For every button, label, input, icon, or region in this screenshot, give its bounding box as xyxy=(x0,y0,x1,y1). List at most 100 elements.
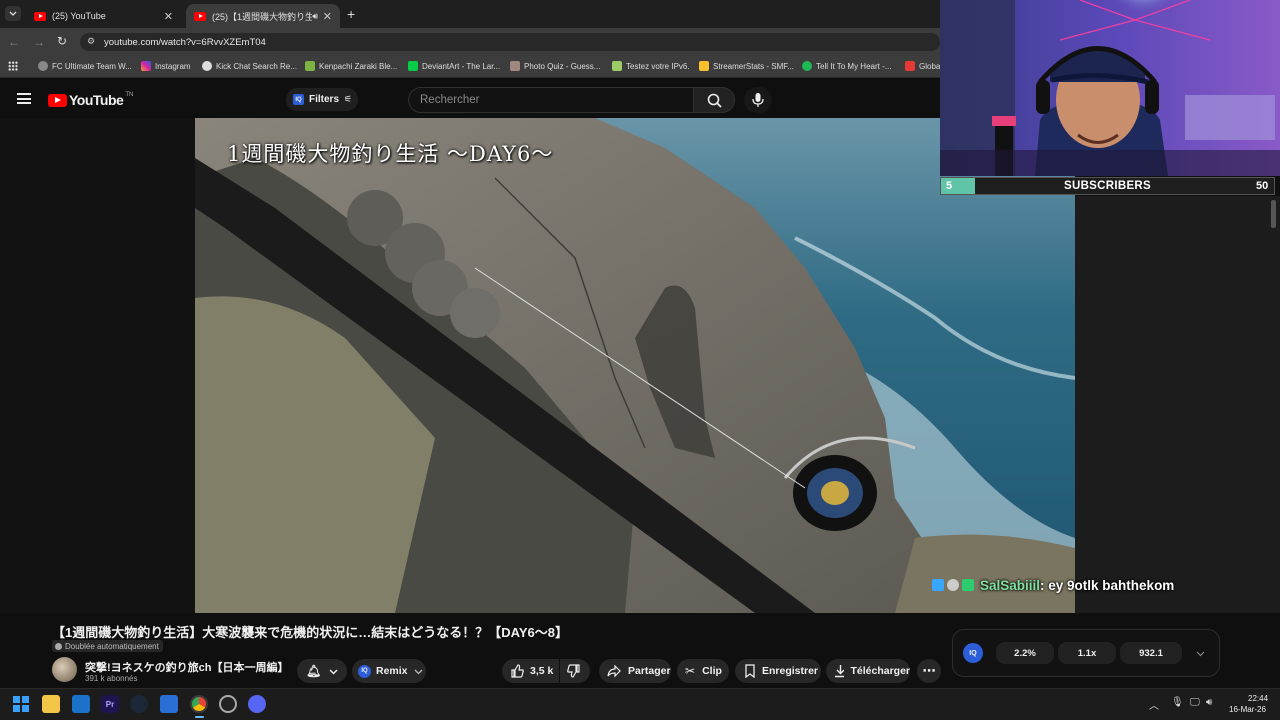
url-text: youtube.com/watch?v=6RvvXZEmT04 xyxy=(104,36,266,48)
clip-label: Clip xyxy=(702,665,722,677)
bookmark-item[interactable]: FC Ultimate Team W... xyxy=(38,61,132,71)
link-icon xyxy=(38,61,48,71)
volume-icon[interactable]: 🔊︎ xyxy=(1206,697,1212,708)
close-icon[interactable]: ✕ xyxy=(164,10,173,23)
subscriber-count: 391 k abonnés xyxy=(85,674,138,683)
chat-message-overlay: SalSabiiil : ey 9otlk bahthekom xyxy=(932,575,1174,595)
clip-button[interactable]: ✂ Clip xyxy=(677,659,729,683)
chevron-down-icon[interactable] xyxy=(1196,649,1205,658)
bookmark-item[interactable]: Photo Quiz - Guess... xyxy=(510,61,600,71)
youtube-logo[interactable]: YouTube TN xyxy=(48,92,133,108)
channel-avatar[interactable] xyxy=(52,657,77,682)
badge-icon xyxy=(932,579,944,591)
tab-title: (25)【1週間磯大物釣り生活】 xyxy=(212,11,312,22)
app-icon[interactable] xyxy=(160,695,178,713)
display-tray-icon[interactable]: 🖵︎ xyxy=(1190,697,1200,708)
tab-current-video[interactable]: (25)【1週間磯大物釣り生活】 🔊︎ ✕ xyxy=(186,4,340,28)
like-count: 3,5 k xyxy=(530,665,554,677)
bell-icon: 🔔︎ xyxy=(306,664,322,678)
windows-tile xyxy=(13,696,21,704)
windows-start-icon[interactable] xyxy=(13,696,29,712)
subscriber-goal: 50 xyxy=(1256,180,1269,192)
subscriber-label: SUBSCRIBERS xyxy=(1064,180,1152,192)
new-tab-button[interactable]: + xyxy=(347,6,355,22)
speaker-icon[interactable]: 🔊︎ xyxy=(312,11,318,22)
chart-icon xyxy=(699,61,709,71)
check-icon xyxy=(612,61,622,71)
back-button[interactable]: ← xyxy=(8,35,20,49)
sliders-icon: ⚟ xyxy=(344,94,353,104)
close-icon[interactable]: ✕ xyxy=(323,10,332,23)
instagram-icon xyxy=(141,61,151,71)
browser-tab-bar: (25) YouTube ✕ (25)【1週間磯大物釣り生活】 🔊︎ ✕ + xyxy=(0,0,940,28)
auto-dubbed-badge: Doublée automatiquement xyxy=(52,640,163,652)
voice-search-button[interactable] xyxy=(744,87,772,113)
bookmark-item[interactable]: DeviantArt - The Lar... xyxy=(408,61,500,71)
microphone-icon xyxy=(752,93,764,107)
thumbs-down-icon xyxy=(567,664,580,678)
reload-button[interactable]: ↻ xyxy=(57,34,67,48)
download-button[interactable]: Télécharger xyxy=(826,659,910,683)
obs-icon[interactable] xyxy=(219,695,237,713)
like-button[interactable]: 3,5 k xyxy=(502,659,559,683)
filters-button[interactable]: IQ Filters ⚟ xyxy=(286,88,358,111)
chevron-up-icon[interactable]: ︿ xyxy=(1149,697,1159,712)
premiere-icon[interactable]: Pr xyxy=(101,695,119,713)
share-button[interactable]: Partager xyxy=(599,659,671,683)
scrollbar-thumb[interactable] xyxy=(1271,200,1276,228)
search-input[interactable]: Rechercher xyxy=(408,87,694,113)
bookmark-item[interactable]: Testez votre IPv6. xyxy=(612,61,690,71)
address-bar[interactable]: ⚙ youtube.com/watch?v=6RvvXZEmT04 xyxy=(80,33,940,51)
search-button[interactable] xyxy=(693,87,735,113)
microphone-tray-icon[interactable]: 🎙︎ xyxy=(1171,697,1184,708)
clock-date[interactable]: 16-Mar-26 xyxy=(1229,705,1266,714)
chrome-icon[interactable] xyxy=(190,695,208,713)
video-caption-overlay: 1週間磯大物釣り生活 ～DAY6～ xyxy=(227,142,554,166)
save-button[interactable]: Enregistrer xyxy=(735,659,821,683)
file-explorer-icon[interactable] xyxy=(42,695,60,713)
iq-value-1: 2.2% xyxy=(996,642,1054,664)
page-background xyxy=(0,118,195,613)
bookmark-item[interactable]: Globa xyxy=(905,61,940,71)
site-info-icon[interactable]: ⚙ xyxy=(87,36,95,47)
dislike-button[interactable] xyxy=(560,659,590,683)
discord-icon[interactable] xyxy=(248,695,266,713)
leaf-icon xyxy=(305,61,315,71)
badge-icon xyxy=(962,579,974,591)
bookmark-item[interactable]: Kick Chat Search Re... xyxy=(202,61,297,71)
menu-line xyxy=(17,97,31,100)
bookmark-item[interactable]: Kenpachi Zaraki Ble... xyxy=(305,61,397,71)
webcam-frame xyxy=(940,0,1280,176)
search-icon xyxy=(707,93,722,108)
forward-button[interactable]: → xyxy=(33,35,45,49)
outlook-icon[interactable] xyxy=(72,695,90,713)
iq-badge: IQ xyxy=(963,643,983,663)
person-voice-icon xyxy=(55,642,62,650)
photo-icon xyxy=(510,61,520,71)
remix-label: Remix xyxy=(376,665,408,677)
clock-time[interactable]: 22:44 xyxy=(1248,694,1268,703)
chevron-down-icon xyxy=(9,11,17,16)
apps-grid-icon[interactable] xyxy=(8,61,18,71)
chevron-down-icon xyxy=(329,668,338,675)
bookmark-item[interactable]: StreamerStats - SMF... xyxy=(699,61,794,71)
bookmark-icon xyxy=(745,664,755,678)
tab-search-button[interactable] xyxy=(5,6,21,21)
windows-tile xyxy=(21,696,29,704)
steam-icon[interactable] xyxy=(130,695,148,713)
youtube-favicon-icon xyxy=(34,11,46,21)
channel-name[interactable]: 突撃!ヨネスケの釣り旅ch【日本一周編】 xyxy=(85,659,289,675)
notifications-button[interactable]: 🔔︎ xyxy=(297,659,347,683)
windows-tile xyxy=(21,704,29,712)
iq-value-2: 1.1x xyxy=(1058,642,1116,664)
more-actions-button[interactable]: ⋯ xyxy=(917,659,941,683)
youtube-favicon-icon xyxy=(194,11,206,21)
menu-icon[interactable] xyxy=(17,93,31,104)
download-label: Télécharger xyxy=(850,665,910,677)
tab-youtube-home[interactable]: (25) YouTube ✕ xyxy=(26,4,181,28)
windows-tile xyxy=(13,704,21,712)
bookmark-item[interactable]: Instagram xyxy=(141,61,191,71)
right-panel xyxy=(1075,196,1280,613)
bookmark-item[interactable]: Tell It To My Heart -... xyxy=(802,61,891,71)
remix-button[interactable]: IQ Remix xyxy=(352,659,426,683)
